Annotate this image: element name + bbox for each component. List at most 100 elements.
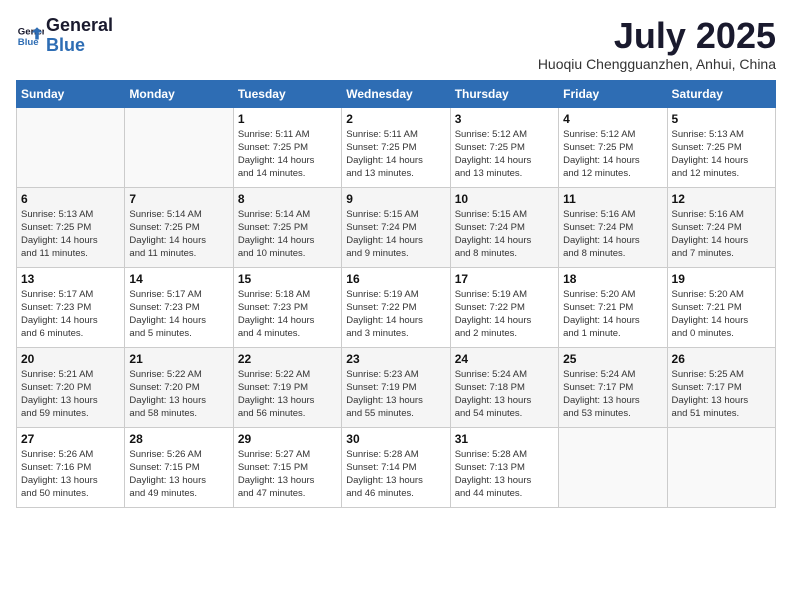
day-info: Sunrise: 5:20 AM Sunset: 7:21 PM Dayligh… xyxy=(672,288,771,341)
weekday-sunday: Sunday xyxy=(17,80,125,107)
calendar-cell: 1 Sunrise: 5:11 AM Sunset: 7:25 PM Daylig… xyxy=(233,107,341,187)
calendar-week-1: 1 Sunrise: 5:11 AM Sunset: 7:25 PM Daylig… xyxy=(17,107,776,187)
day-number: 17 xyxy=(455,272,554,286)
calendar-cell: 17Sunrise: 5:19 AM Sunset: 7:22 PM Dayli… xyxy=(450,267,558,347)
month-title: July 2025 xyxy=(538,16,776,56)
day-number: 13 xyxy=(21,272,120,286)
day-info: Sunrise: 5:13 AM Sunset: 7:25 PM Dayligh… xyxy=(21,208,120,261)
calendar-cell: 5 Sunrise: 5:13 AM Sunset: 7:25 PM Daylig… xyxy=(667,107,775,187)
calendar-cell: 18Sunrise: 5:20 AM Sunset: 7:21 PM Dayli… xyxy=(559,267,667,347)
calendar-cell xyxy=(559,427,667,507)
calendar-table: SundayMondayTuesdayWednesdayThursdayFrid… xyxy=(16,80,776,508)
calendar-cell: 11 Sunrise: 5:16 AM Sunset: 7:24 PM Dayli… xyxy=(559,187,667,267)
day-info: Sunrise: 5:11 AM Sunset: 7:25 PM Dayligh… xyxy=(346,128,445,181)
day-number: 15 xyxy=(238,272,337,286)
weekday-header-row: SundayMondayTuesdayWednesdayThursdayFrid… xyxy=(17,80,776,107)
calendar-cell: 12 Sunrise: 5:16 AM Sunset: 7:24 PM Dayli… xyxy=(667,187,775,267)
location: Huoqiu Chengguanzhen, Anhui, China xyxy=(538,56,776,72)
day-number: 30 xyxy=(346,432,445,446)
day-info: Sunrise: 5:16 AM Sunset: 7:24 PM Dayligh… xyxy=(672,208,771,261)
day-info: Sunrise: 5:16 AM Sunset: 7:24 PM Dayligh… xyxy=(563,208,662,261)
day-number: 12 xyxy=(672,192,771,206)
day-info: Sunrise: 5:28 AM Sunset: 7:14 PM Dayligh… xyxy=(346,448,445,501)
calendar-week-2: 6 Sunrise: 5:13 AM Sunset: 7:25 PM Daylig… xyxy=(17,187,776,267)
day-number: 4 xyxy=(563,112,662,126)
day-number: 28 xyxy=(129,432,228,446)
day-info: Sunrise: 5:21 AM Sunset: 7:20 PM Dayligh… xyxy=(21,368,120,421)
day-number: 6 xyxy=(21,192,120,206)
day-info: Sunrise: 5:14 AM Sunset: 7:25 PM Dayligh… xyxy=(238,208,337,261)
day-number: 8 xyxy=(238,192,337,206)
logo: General Blue General Blue xyxy=(16,16,113,56)
calendar-body: 1 Sunrise: 5:11 AM Sunset: 7:25 PM Daylig… xyxy=(17,107,776,507)
calendar-cell: 24 Sunrise: 5:24 AM Sunset: 7:18 PM Dayli… xyxy=(450,347,558,427)
day-number: 26 xyxy=(672,352,771,366)
calendar-cell: 20 Sunrise: 5:21 AM Sunset: 7:20 PM Dayli… xyxy=(17,347,125,427)
day-info: Sunrise: 5:27 AM Sunset: 7:15 PM Dayligh… xyxy=(238,448,337,501)
calendar-cell xyxy=(17,107,125,187)
day-info: Sunrise: 5:17 AM Sunset: 7:23 PM Dayligh… xyxy=(21,288,120,341)
calendar-cell: 22Sunrise: 5:22 AM Sunset: 7:19 PM Dayli… xyxy=(233,347,341,427)
day-number: 27 xyxy=(21,432,120,446)
calendar-cell: 16Sunrise: 5:19 AM Sunset: 7:22 PM Dayli… xyxy=(342,267,450,347)
calendar-cell: 28 Sunrise: 5:26 AM Sunset: 7:15 PM Dayli… xyxy=(125,427,233,507)
day-number: 14 xyxy=(129,272,228,286)
weekday-monday: Monday xyxy=(125,80,233,107)
day-info: Sunrise: 5:25 AM Sunset: 7:17 PM Dayligh… xyxy=(672,368,771,421)
calendar-cell: 15Sunrise: 5:18 AM Sunset: 7:23 PM Dayli… xyxy=(233,267,341,347)
calendar-cell: 8 Sunrise: 5:14 AM Sunset: 7:25 PM Daylig… xyxy=(233,187,341,267)
day-number: 10 xyxy=(455,192,554,206)
day-info: Sunrise: 5:26 AM Sunset: 7:16 PM Dayligh… xyxy=(21,448,120,501)
calendar-cell: 19 Sunrise: 5:20 AM Sunset: 7:21 PM Dayli… xyxy=(667,267,775,347)
day-number: 5 xyxy=(672,112,771,126)
day-number: 31 xyxy=(455,432,554,446)
calendar-cell xyxy=(667,427,775,507)
calendar-cell xyxy=(125,107,233,187)
weekday-wednesday: Wednesday xyxy=(342,80,450,107)
day-number: 20 xyxy=(21,352,120,366)
page-header: General Blue General Blue July 2025 Huoq… xyxy=(16,16,776,72)
calendar-cell: 13 Sunrise: 5:17 AM Sunset: 7:23 PM Dayli… xyxy=(17,267,125,347)
day-info: Sunrise: 5:23 AM Sunset: 7:19 PM Dayligh… xyxy=(346,368,445,421)
day-info: Sunrise: 5:12 AM Sunset: 7:25 PM Dayligh… xyxy=(563,128,662,181)
calendar-cell: 31 Sunrise: 5:28 AM Sunset: 7:13 PM Dayli… xyxy=(450,427,558,507)
day-info: Sunrise: 5:20 AM Sunset: 7:21 PM Dayligh… xyxy=(563,288,662,341)
calendar-cell: 26 Sunrise: 5:25 AM Sunset: 7:17 PM Dayli… xyxy=(667,347,775,427)
calendar-cell: 27 Sunrise: 5:26 AM Sunset: 7:16 PM Dayli… xyxy=(17,427,125,507)
day-number: 7 xyxy=(129,192,228,206)
day-number: 29 xyxy=(238,432,337,446)
calendar-cell: 21Sunrise: 5:22 AM Sunset: 7:20 PM Dayli… xyxy=(125,347,233,427)
weekday-saturday: Saturday xyxy=(667,80,775,107)
calendar-cell: 9Sunrise: 5:15 AM Sunset: 7:24 PM Daylig… xyxy=(342,187,450,267)
title-block: July 2025 Huoqiu Chengguanzhen, Anhui, C… xyxy=(538,16,776,72)
calendar-week-4: 20 Sunrise: 5:21 AM Sunset: 7:20 PM Dayli… xyxy=(17,347,776,427)
day-info: Sunrise: 5:28 AM Sunset: 7:13 PM Dayligh… xyxy=(455,448,554,501)
calendar-cell: 4 Sunrise: 5:12 AM Sunset: 7:25 PM Daylig… xyxy=(559,107,667,187)
day-info: Sunrise: 5:13 AM Sunset: 7:25 PM Dayligh… xyxy=(672,128,771,181)
day-number: 22 xyxy=(238,352,337,366)
day-number: 25 xyxy=(563,352,662,366)
calendar-cell: 29 Sunrise: 5:27 AM Sunset: 7:15 PM Dayli… xyxy=(233,427,341,507)
weekday-thursday: Thursday xyxy=(450,80,558,107)
calendar-cell: 7 Sunrise: 5:14 AM Sunset: 7:25 PM Daylig… xyxy=(125,187,233,267)
calendar-cell: 3Sunrise: 5:12 AM Sunset: 7:25 PM Daylig… xyxy=(450,107,558,187)
day-info: Sunrise: 5:26 AM Sunset: 7:15 PM Dayligh… xyxy=(129,448,228,501)
logo-icon: General Blue xyxy=(16,22,44,50)
day-number: 24 xyxy=(455,352,554,366)
day-info: Sunrise: 5:22 AM Sunset: 7:20 PM Dayligh… xyxy=(129,368,228,421)
calendar-cell: 10Sunrise: 5:15 AM Sunset: 7:24 PM Dayli… xyxy=(450,187,558,267)
day-number: 11 xyxy=(563,192,662,206)
day-number: 1 xyxy=(238,112,337,126)
day-info: Sunrise: 5:11 AM Sunset: 7:25 PM Dayligh… xyxy=(238,128,337,181)
day-info: Sunrise: 5:14 AM Sunset: 7:25 PM Dayligh… xyxy=(129,208,228,261)
day-number: 2 xyxy=(346,112,445,126)
day-info: Sunrise: 5:24 AM Sunset: 7:18 PM Dayligh… xyxy=(455,368,554,421)
calendar-week-3: 13 Sunrise: 5:17 AM Sunset: 7:23 PM Dayli… xyxy=(17,267,776,347)
weekday-tuesday: Tuesday xyxy=(233,80,341,107)
day-number: 19 xyxy=(672,272,771,286)
day-info: Sunrise: 5:15 AM Sunset: 7:24 PM Dayligh… xyxy=(346,208,445,261)
calendar-week-5: 27 Sunrise: 5:26 AM Sunset: 7:16 PM Dayli… xyxy=(17,427,776,507)
day-number: 23 xyxy=(346,352,445,366)
weekday-friday: Friday xyxy=(559,80,667,107)
calendar-cell: 6 Sunrise: 5:13 AM Sunset: 7:25 PM Daylig… xyxy=(17,187,125,267)
